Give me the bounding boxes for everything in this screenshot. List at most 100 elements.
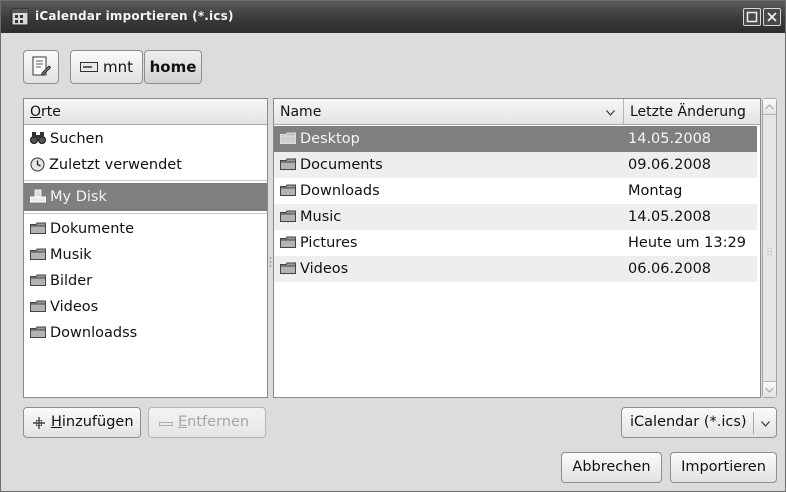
file-list: Name Letzte Änderung Desktop 14.05.2008 … — [273, 98, 761, 398]
scrollbar-grip — [767, 244, 772, 260]
file-name: Music — [300, 209, 342, 225]
window-title: iCalendar importieren (*.ics) — [35, 9, 234, 23]
cancel-button[interactable]: Abbrechen — [561, 452, 662, 483]
file-row-documents[interactable]: Documents 09.06.2008 — [274, 152, 757, 178]
file-modified: 06.06.2008 — [628, 261, 712, 277]
file-modified: 14.05.2008 — [628, 131, 712, 147]
remove-bookmark-button[interactable]: Entfernen — [148, 407, 266, 438]
scroll-down-button[interactable] — [763, 381, 776, 397]
maximize-button[interactable] — [743, 8, 761, 26]
file-name: Pictures — [300, 235, 358, 251]
column-header-name[interactable]: Name — [274, 99, 623, 125]
close-icon — [767, 12, 777, 22]
file-modified: Montag — [628, 183, 683, 199]
remove-label-rest: ntfernen — [187, 414, 250, 430]
file-modified: Heute um 13:29 — [628, 235, 746, 251]
add-bookmark-label: Hinzufügen — [51, 408, 134, 437]
combo-separator — [753, 412, 754, 434]
scroll-up-button[interactable] — [763, 99, 776, 115]
file-name: Videos — [300, 261, 349, 277]
close-button[interactable] — [763, 8, 781, 26]
file-name: Documents — [300, 157, 383, 173]
places-header-label: rte — [41, 104, 61, 120]
import-button[interactable]: Importieren — [670, 452, 777, 483]
folder-icon — [30, 248, 46, 260]
file-row-music[interactable]: Music 14.05.2008 — [274, 204, 757, 230]
type-location-button[interactable] — [23, 50, 59, 84]
sidebar-item-label: Dokumente — [50, 221, 135, 237]
vertical-scrollbar[interactable] — [762, 98, 777, 398]
file-modified: 14.05.2008 — [628, 209, 712, 225]
drive-icon — [30, 189, 46, 203]
sidebar-item-zuletzt-verwendet[interactable]: Zuletzt verwendet — [24, 152, 267, 178]
sidebar-item-videos[interactable]: Videos — [24, 294, 267, 320]
add-label-rest: inzufügen — [61, 414, 134, 430]
places-header-mnemonic: O — [30, 104, 42, 120]
places-header[interactable]: Orte — [24, 99, 267, 125]
path-segment-mnt[interactable]: mnt — [70, 50, 143, 84]
file-name-cell: Documents — [280, 152, 383, 178]
folder-icon — [280, 236, 296, 248]
filter-value: iCalendar (*.ics) — [630, 414, 747, 430]
sidebar-item-musik[interactable]: Musik — [24, 242, 267, 268]
folder-icon — [30, 222, 46, 234]
file-type-filter-select[interactable]: iCalendar (*.ics) — [621, 407, 777, 438]
file-chooser-dialog: iCalendar importieren (*.ics) mnt home O… — [0, 0, 786, 492]
add-bookmark-button[interactable]: Hinzufügen — [23, 407, 141, 438]
sidebar-item-label: Suchen — [50, 131, 104, 147]
sidebar-item-label: Downloadss — [50, 325, 138, 341]
sidebar-divider — [24, 213, 267, 214]
sidebar-item-label: Videos — [50, 299, 99, 315]
sidebar-item-label: Bilder — [50, 273, 93, 289]
file-name-cell: Pictures — [280, 230, 357, 256]
column-header-modified[interactable]: Letzte Änderung — [623, 99, 760, 125]
file-row-desktop[interactable]: Desktop 14.05.2008 — [274, 126, 757, 152]
file-name: Downloads — [300, 183, 380, 199]
folder-icon — [280, 210, 296, 222]
path-segment-label: home — [149, 58, 197, 76]
remove-bookmark-label: Entfernen — [178, 408, 249, 437]
file-row-pictures[interactable]: Pictures Heute um 13:29 — [274, 230, 757, 256]
sidebar-item-dokumente[interactable]: Dokumente — [24, 216, 267, 242]
pane-splitter[interactable] — [269, 256, 272, 270]
title-bar[interactable]: iCalendar importieren (*.ics) — [1, 1, 785, 33]
remove-mnemonic: E — [178, 414, 188, 430]
folder-icon — [30, 300, 46, 312]
chevron-up-icon — [765, 104, 774, 110]
column-header-label: Name — [280, 104, 322, 120]
folder-icon — [280, 132, 296, 144]
folder-icon — [30, 274, 46, 286]
sidebar-item-my-disk[interactable]: My Disk — [24, 183, 267, 211]
folder-icon — [280, 158, 296, 170]
calendar-app-icon — [11, 8, 29, 26]
sidebar-item-label: My Disk — [50, 189, 107, 205]
folder-icon — [280, 184, 296, 196]
places-sidebar: Orte Suchen Zuletzt verwendet My Disk Do… — [23, 98, 268, 398]
drive-icon — [80, 62, 98, 72]
file-row-videos[interactable]: Videos 06.06.2008 — [274, 256, 757, 282]
file-row-downloads[interactable]: Downloads Montag — [274, 178, 757, 204]
plus-icon — [33, 417, 45, 429]
sidebar-item-downloadss[interactable]: Downloadss — [24, 320, 267, 346]
file-name-cell: Music — [280, 204, 341, 230]
maximize-icon — [746, 11, 758, 23]
file-name-cell: Desktop — [280, 126, 360, 152]
grip-icon — [767, 247, 772, 256]
sidebar-item-label: Musik — [50, 247, 92, 263]
chevron-down-icon — [761, 421, 770, 427]
path-segment-label: mnt — [103, 58, 133, 76]
sidebar-item-label: Zuletzt verwendet — [49, 157, 182, 173]
minus-icon — [159, 422, 173, 426]
file-name: Desktop — [300, 131, 360, 147]
cancel-label: Abbrechen — [572, 459, 651, 475]
add-mnemonic: H — [51, 414, 62, 430]
sidebar-item-bilder[interactable]: Bilder — [24, 268, 267, 294]
file-name-cell: Videos — [280, 256, 348, 282]
folder-icon — [30, 326, 46, 338]
file-name-cell: Downloads — [280, 178, 380, 204]
path-segment-home[interactable]: home — [144, 50, 202, 84]
grip-icon — [269, 257, 272, 267]
sort-descending-icon — [606, 110, 615, 116]
import-label: Importieren — [681, 459, 766, 475]
sidebar-item-suchen[interactable]: Suchen — [24, 126, 267, 152]
